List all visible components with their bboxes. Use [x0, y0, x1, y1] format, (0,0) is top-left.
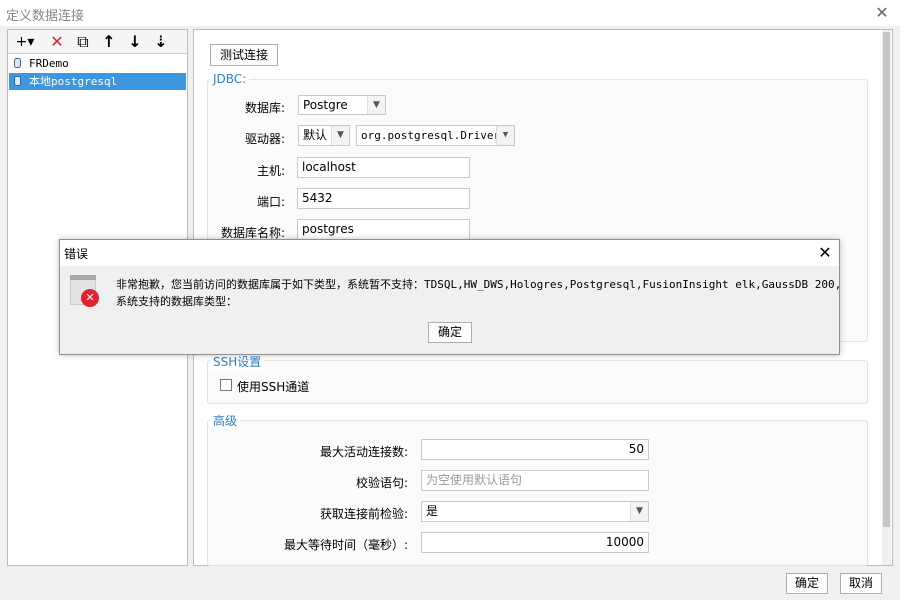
driver-label: 驱动器:	[244, 132, 285, 146]
error-dialog-title: 错误	[64, 247, 89, 261]
window-titlebar: 定义数据连接 ✕	[0, 0, 900, 26]
max-wait-label: 最大等待时间（毫秒）:	[283, 538, 408, 552]
delete-connection-button[interactable]: ✕	[46, 32, 68, 52]
driver-mode-select[interactable]: 默认 ▼	[298, 125, 350, 146]
validation-query-input[interactable]: 为空使用默认语句	[421, 470, 649, 491]
copy-connection-button[interactable]: ⧉	[72, 32, 94, 52]
ok-button[interactable]: 确定	[786, 573, 828, 594]
host-label: 主机:	[256, 164, 285, 178]
sort-button[interactable]: ⇣	[150, 32, 172, 52]
database-select[interactable]: Postgre ▼	[298, 95, 386, 115]
move-up-button[interactable]: ↑	[98, 32, 120, 52]
port-input[interactable]: 5432	[297, 188, 470, 209]
error-message-line1: 非常抱歉，您当前访问的数据库属于如下类型，系统暂不支持：TDSQL,HW_DWS…	[116, 278, 842, 291]
error-dialog: 错误 ✕ ✕ 非常抱歉，您当前访问的数据库属于如下类型，系统暂不支持：TDSQL…	[59, 239, 842, 355]
driver-class-value: org.postgresql.Driver	[361, 129, 501, 142]
error-dialog-titlebar: 错误 ✕	[60, 240, 839, 265]
list-item-label: 本地postgresql	[29, 75, 118, 88]
list-item-label: FRDemo	[29, 57, 69, 70]
driver-class-select[interactable]: org.postgresql.Driver ▼	[356, 125, 515, 146]
error-dialog-close-button[interactable]: ✕	[814, 243, 836, 263]
move-down-button[interactable]: ↓	[124, 32, 146, 52]
test-before-value: 是	[426, 504, 439, 518]
use-ssh-label: 使用SSH通道	[237, 380, 310, 394]
connection-toolbar: +▾ ✕ ⧉ ↑ ↓ ⇣	[8, 30, 187, 54]
port-label: 端口:	[256, 195, 285, 209]
database-select-value: Postgre	[303, 98, 348, 112]
host-input[interactable]: localhost	[297, 157, 470, 178]
max-wait-input[interactable]: 10000	[421, 532, 649, 553]
error-ok-button[interactable]: 确定	[428, 322, 472, 343]
database-icon	[14, 76, 21, 86]
advanced-section-title: 高级	[210, 412, 241, 429]
chevron-down-icon: ▼	[496, 126, 514, 145]
database-icon	[14, 58, 21, 68]
chevron-down-icon: ▼	[331, 126, 349, 145]
validation-query-label: 校验语句:	[355, 476, 408, 490]
test-connection-button[interactable]: 测试连接	[210, 44, 278, 66]
list-item-local-postgresql[interactable]: 本地postgresql	[9, 73, 186, 90]
list-item-frdemo[interactable]: FRDemo	[9, 55, 186, 72]
error-icon: ✕	[70, 275, 99, 307]
error-message-line2: 系统支持的数据库类型：	[116, 295, 237, 308]
database-label: 数据库:	[244, 101, 285, 115]
jdbc-section-title: JDBC:	[210, 72, 250, 86]
error-badge: ✕	[81, 289, 99, 307]
add-connection-button[interactable]: +▾	[12, 32, 38, 52]
chevron-down-icon: ▼	[367, 96, 385, 114]
window-title: 定义数据连接	[6, 9, 85, 24]
test-before-label: 获取连接前检验:	[319, 507, 408, 521]
test-before-select[interactable]: 是 ▼	[421, 501, 649, 522]
dbname-input[interactable]: postgres	[297, 219, 470, 240]
max-active-label: 最大活动连接数:	[319, 445, 408, 459]
use-ssh-checkbox[interactable]	[220, 379, 232, 391]
settings-scrollbar-thumb[interactable]	[883, 32, 890, 527]
window-close-button[interactable]: ✕	[872, 4, 892, 22]
max-active-input[interactable]: 50	[421, 439, 649, 460]
ssh-section-title: SSH设置	[210, 353, 265, 370]
error-message: 非常抱歉，您当前访问的数据库属于如下类型，系统暂不支持：TDSQL,HW_DWS…	[116, 276, 842, 310]
cancel-button[interactable]: 取消	[840, 573, 882, 594]
chevron-down-icon: ▼	[630, 502, 648, 521]
driver-mode-value: 默认	[303, 128, 328, 142]
